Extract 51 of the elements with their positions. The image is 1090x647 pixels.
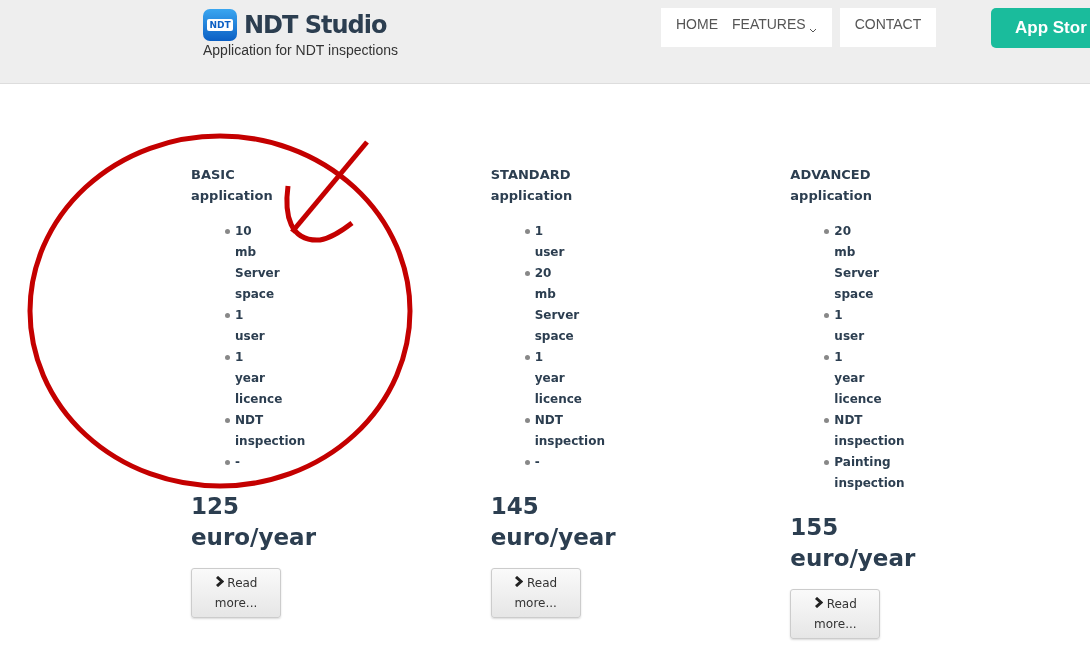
plan-feature: NDT inspection [534, 412, 605, 450]
plan-price: 145 euro/year [490, 492, 616, 552]
bullet-icon [524, 271, 530, 276]
plan-subtitle: application [790, 187, 873, 205]
read-more-button[interactable]: Read more... [191, 568, 281, 618]
bullet-icon [524, 418, 530, 423]
bullet-icon [524, 229, 530, 234]
chevron-right-icon [514, 576, 524, 587]
app-logo-icon: NDT [203, 9, 237, 41]
bullet-icon [225, 460, 230, 465]
plan-feature: - [235, 454, 240, 471]
plan-name: ADVANCED [790, 166, 872, 184]
plan-feature: 10 mb Server space [235, 223, 280, 303]
bullet-icon [225, 313, 230, 318]
chevron-right-icon [813, 597, 823, 608]
site-tagline: Application for NDT inspections [203, 42, 400, 58]
bullet-icon [824, 313, 830, 318]
plan-feature: 20 mb Server space [534, 265, 580, 345]
plan-feature: NDT inspection [235, 412, 306, 450]
bullet-icon [524, 460, 530, 465]
read-more-button[interactable]: Read more... [790, 589, 881, 639]
plan-feature: 1 user [534, 223, 565, 261]
plan-feature: NDT inspection [834, 412, 905, 450]
site-title: NDT Studio [244, 10, 387, 41]
plan-name: BASIC [191, 166, 236, 184]
plan-feature: 1 year licence [534, 349, 582, 408]
plan-feature: 1 year licence [235, 349, 283, 408]
chevron-right-icon [214, 576, 224, 587]
bullet-icon [225, 355, 230, 360]
plan-feature: 1 user [834, 307, 865, 345]
bullet-icon [824, 355, 830, 360]
bullet-icon [225, 229, 230, 234]
plan-subtitle: application [490, 187, 574, 205]
plan-feature: 1 user [235, 307, 265, 345]
nav-link[interactable]: HOME [669, 8, 725, 47]
plan-name: STANDARD [490, 166, 572, 184]
read-more-button[interactable]: Read more... [490, 568, 581, 618]
plan-feature: 1 year licence [834, 349, 882, 408]
bullet-icon [824, 229, 830, 234]
bullet-icon [225, 418, 230, 423]
chevron-down-icon [808, 28, 817, 33]
bullet-icon [824, 460, 830, 465]
plan-price: 155 euro/year [790, 513, 916, 573]
plan-subtitle: application [191, 187, 274, 205]
features-dropdown[interactable]: FEATURES [725, 8, 824, 47]
plan-feature: - [534, 454, 540, 471]
bullet-icon [524, 355, 530, 360]
plan-feature: Painting inspection [834, 454, 905, 492]
plan-price: 125 euro/year [191, 492, 316, 552]
bullet-icon [824, 418, 830, 423]
plan-feature: 20 mb Server space [834, 223, 879, 303]
